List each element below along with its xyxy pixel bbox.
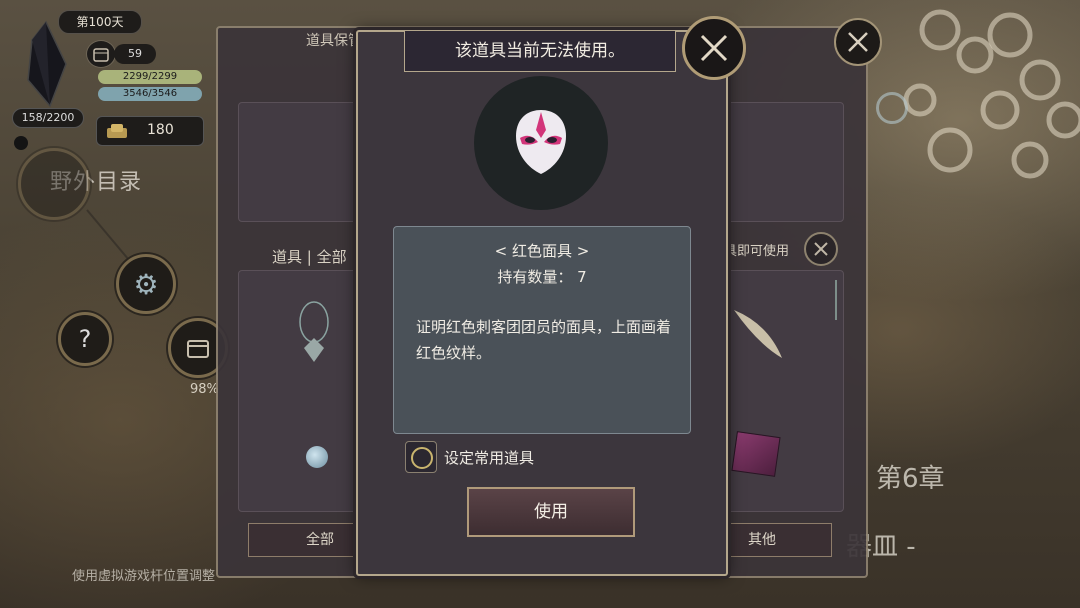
modal-title: 该道具当前无法使用。	[404, 30, 676, 72]
close-icon	[814, 242, 828, 256]
gold-display: 180	[96, 116, 204, 146]
small-close-button[interactable]	[804, 232, 838, 266]
grid-scrollbar[interactable]	[835, 280, 837, 320]
joystick-hint: 使用虚拟游戏杆位置调整	[72, 569, 216, 584]
favorite-item-checkbox[interactable]	[405, 441, 437, 473]
mars-symbol-icon	[876, 92, 908, 124]
fang-item-icon[interactable]	[728, 304, 788, 364]
settings-button[interactable]: ⚙	[116, 254, 176, 314]
chapter-label: 第6章	[876, 464, 945, 494]
calendar-count: 59	[114, 44, 156, 64]
hp-bar: 2299/2299	[98, 70, 202, 84]
use-item-button[interactable]: 使用	[467, 487, 635, 537]
close-icon	[700, 34, 728, 62]
mp-bar: 3546/3546	[98, 87, 202, 101]
red-mask-icon	[516, 110, 566, 174]
help-button[interactable]: ?	[58, 312, 112, 366]
gear-icon: ⚙	[133, 267, 159, 301]
crystal-icon	[27, 20, 67, 108]
dot-indicator	[14, 136, 28, 150]
use-hint-label: 具即可使用	[724, 244, 790, 259]
orb-item-icon[interactable]	[306, 446, 328, 468]
crystal-value: 158/2200	[12, 108, 84, 128]
storage-close-button[interactable]	[834, 18, 882, 66]
checkbox-ring-icon	[411, 447, 433, 469]
item-name: < 红色面具 >	[494, 242, 590, 260]
item-description: 证明红色刺客团团员的面具，上面画着红色纹样。	[416, 318, 672, 362]
item-category-tab[interactable]: 道具 | 全部	[272, 246, 347, 267]
question-icon: ?	[78, 325, 92, 353]
cloth-item-icon[interactable]	[731, 431, 781, 477]
calendar-icon[interactable]	[86, 40, 116, 68]
necklace-item-icon[interactable]	[292, 300, 336, 366]
gold-icon	[107, 124, 127, 138]
close-icon	[848, 32, 868, 52]
calendar-large-icon	[187, 340, 209, 358]
item-portrait	[474, 76, 608, 210]
wild-catalog-button[interactable]	[18, 148, 90, 220]
background-chain-decoration	[903, 9, 1080, 179]
favorite-item-label: 设定常用道具	[444, 449, 535, 467]
gold-amount: 180	[147, 122, 174, 138]
modal-close-button[interactable]	[682, 16, 746, 80]
item-count: 持有数量： 7	[497, 268, 587, 286]
progress-percent: 98%	[190, 382, 219, 397]
